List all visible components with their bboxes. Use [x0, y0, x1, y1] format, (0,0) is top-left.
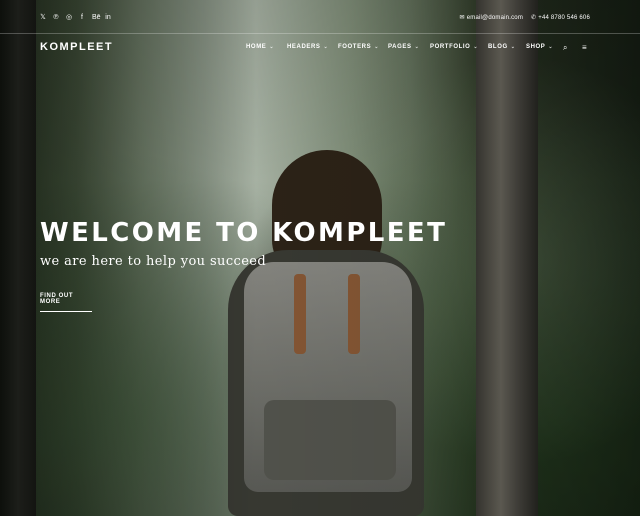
social-links: 𝕏 ℗ ◎ f Bē in	[40, 14, 111, 21]
site-logo[interactable]: KOMPLEET	[40, 41, 113, 53]
linkedin-icon[interactable]: in	[105, 14, 111, 21]
chevron-down-icon: ⌄	[548, 44, 554, 50]
email-text: email@domain.com	[466, 14, 524, 21]
search-icon[interactable]: ⌕	[563, 43, 567, 53]
chevron-down-icon: ⌄	[374, 44, 379, 50]
find-out-more-link[interactable]: FIND OUT MORE	[40, 293, 92, 312]
hero-title: WELCOME TO KOMPLEET	[40, 218, 448, 248]
nav-item-label: FOOTERS	[338, 44, 372, 50]
behance-icon[interactable]: Bē	[92, 14, 101, 21]
chevron-down-icon: ⌄	[473, 44, 479, 50]
top-bar: 𝕏 ℗ ◎ f Bē in ✉ email@domain.com ✆ +44 8…	[0, 0, 640, 34]
hero-subtitle: we are here to help you succeed	[40, 254, 267, 269]
twitter-icon[interactable]: 𝕏	[40, 14, 46, 21]
nav-item-headers[interactable]: HEADERS ⌄	[287, 44, 338, 50]
phone-link[interactable]: ✆ +44 8780 546 606	[531, 14, 590, 22]
nav-item-portfolio[interactable]: PORTFOLIO ⌄	[430, 44, 488, 50]
nav-item-pages[interactable]: PAGES ⌄	[388, 44, 430, 50]
nav-item-label: HEADERS	[287, 44, 321, 50]
hamburger-menu-icon[interactable]: ≡	[582, 43, 587, 52]
pinterest-icon[interactable]: ℗	[53, 14, 59, 21]
contact-info: ✉ email@domain.com ✆ +44 8780 546 606	[459, 14, 590, 22]
nav-item-blog[interactable]: BLOG ⌄	[488, 44, 526, 50]
nav-item-label: BLOG	[488, 44, 508, 50]
email-link[interactable]: ✉ email@domain.com	[459, 14, 524, 22]
nav-item-label: HOME	[246, 44, 267, 50]
phone-icon: ✆	[531, 15, 537, 21]
nav-item-label: PAGES	[388, 44, 412, 50]
chevron-down-icon: ⌄	[510, 44, 516, 50]
nav-item-label: SHOP	[526, 44, 546, 50]
nav-item-shop[interactable]: SHOP ⌄	[526, 44, 562, 50]
chevron-down-icon: ⌄	[414, 44, 420, 50]
mail-icon: ✉	[459, 15, 465, 21]
facebook-icon[interactable]: f	[79, 14, 85, 21]
chevron-down-icon: ⌄	[269, 44, 275, 50]
chevron-down-icon: ⌄	[323, 44, 329, 50]
instagram-icon[interactable]: ◎	[66, 14, 72, 21]
phone-text: +44 8780 546 606	[538, 14, 590, 21]
main-nav: HOME ⌄ HEADERS ⌄ FOOTERS ⌄ PAGES ⌄ PORTFOLIO…	[246, 44, 562, 50]
nav-item-label: PORTFOLIO	[430, 44, 471, 50]
nav-item-footers[interactable]: FOOTERS ⌄	[338, 44, 388, 50]
nav-item-home[interactable]: HOME ⌄	[246, 44, 287, 50]
